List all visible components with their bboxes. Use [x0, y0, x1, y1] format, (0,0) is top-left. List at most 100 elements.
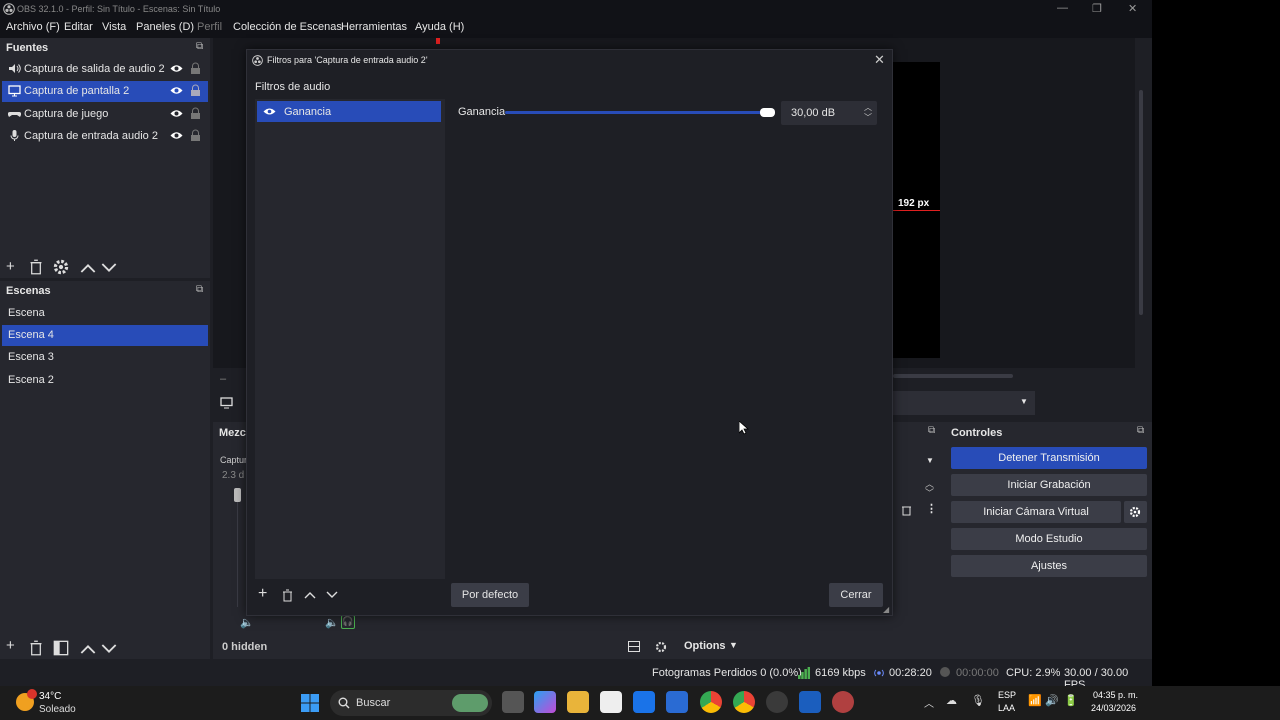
add-filter-icon[interactable]: +: [258, 585, 267, 603]
visibility-eye-icon[interactable]: [263, 106, 276, 117]
mixer-volume-slider[interactable]: [234, 488, 241, 502]
menu-paneles[interactable]: Paneles (D): [136, 21, 194, 33]
delete-source-icon[interactable]: [28, 259, 44, 275]
mail-icon[interactable]: [633, 691, 655, 713]
language-code[interactable]: ESP: [998, 690, 1016, 700]
menu-archivo[interactable]: Archivo (F): [6, 21, 60, 33]
move-down-icon[interactable]: [101, 260, 117, 276]
wifi-icon[interactable]: 📶: [1028, 694, 1042, 707]
gain-spinbox[interactable]: 30,00 dB ︿ ﹀: [781, 101, 877, 125]
weather-temp[interactable]: 34°C: [39, 691, 61, 702]
obs-taskbar-icon[interactable]: [766, 691, 788, 713]
scene-item[interactable]: Escena 3: [2, 347, 208, 368]
virtual-camera-settings-button[interactable]: [1124, 501, 1147, 523]
app-icon[interactable]: [666, 691, 688, 713]
chevron-down-icon[interactable]: ▼: [729, 640, 738, 650]
stop-streaming-button[interactable]: Detener Transmisión: [951, 447, 1147, 469]
source-item-selected[interactable]: Captura de pantalla 2: [2, 81, 208, 102]
mixer-settings-gear-icon[interactable]: [655, 641, 667, 653]
filter-item-gain[interactable]: Ganancia: [257, 101, 441, 122]
resize-grip-icon[interactable]: ◢: [883, 605, 889, 614]
windows-start-icon[interactable]: [301, 694, 319, 712]
menu-vista[interactable]: Vista: [102, 21, 126, 33]
file-explorer-icon[interactable]: [567, 691, 589, 713]
source-item[interactable]: Captura de juego: [2, 104, 208, 125]
visibility-eye-icon[interactable]: [170, 107, 183, 120]
visibility-eye-icon[interactable]: [170, 62, 183, 75]
transition-dropdown[interactable]: ▼: [893, 391, 1035, 415]
source-settings-gear-icon[interactable]: [53, 259, 69, 275]
menu-coleccion-escenas[interactable]: Colección de Escenas: [233, 21, 342, 33]
gain-slider-track[interactable]: [505, 111, 775, 114]
close-dialog-button[interactable]: Cerrar: [829, 583, 883, 607]
undock-icon[interactable]: ⧉: [928, 425, 935, 436]
taskbar-search[interactable]: Buscar: [330, 690, 492, 716]
task-view-icon[interactable]: [502, 691, 524, 713]
mixer-speaker-icon-2[interactable]: 🔈: [325, 616, 339, 629]
spin-down-icon[interactable]: ﹀: [864, 112, 872, 123]
menu-ayuda[interactable]: Ayuda (H): [415, 21, 464, 33]
minimize-button[interactable]: —: [1057, 2, 1068, 14]
tray-app-icon[interactable]: ☁: [946, 694, 957, 707]
preview-vscrollbar[interactable]: [1139, 90, 1143, 315]
keyboard-layout[interactable]: LAA: [998, 703, 1015, 713]
close-window-button[interactable]: ✕: [1128, 2, 1137, 15]
chevron-down-icon[interactable]: ▼: [926, 456, 934, 465]
trash-icon[interactable]: [901, 504, 912, 516]
studio-mode-button[interactable]: Modo Estudio: [951, 528, 1147, 550]
more-options-icon[interactable]: ⋮: [926, 502, 937, 515]
move-up-icon[interactable]: [80, 260, 96, 276]
mixer-options-button[interactable]: Options: [684, 640, 726, 652]
start-recording-button[interactable]: Iniciar Grabación: [951, 474, 1147, 496]
tray-chevron-icon[interactable]: ︿: [924, 695, 934, 710]
store-icon[interactable]: [600, 691, 622, 713]
chrome-profile-icon[interactable]: [733, 691, 755, 713]
mixer-speaker-icon[interactable]: 🔈: [240, 616, 254, 629]
visibility-eye-icon[interactable]: [170, 129, 183, 142]
scene-filters-icon[interactable]: [53, 640, 69, 656]
lock-icon[interactable]: [190, 107, 201, 120]
lock-icon[interactable]: [190, 129, 201, 142]
clock-time[interactable]: 04:35 p. m.: [1093, 690, 1138, 700]
gain-slider-thumb[interactable]: [760, 108, 775, 117]
undock-icon[interactable]: ⧉: [1137, 425, 1144, 436]
weather-desc[interactable]: Soleado: [39, 704, 76, 715]
dialog-close-icon[interactable]: ✕: [874, 52, 885, 68]
source-item[interactable]: Captura de salida de audio 2: [2, 59, 208, 80]
settings-button[interactable]: Ajustes: [951, 555, 1147, 577]
menu-editar[interactable]: Editar: [64, 21, 93, 33]
chrome-icon[interactable]: [700, 691, 722, 713]
volume-icon[interactable]: 🔊: [1045, 694, 1059, 707]
maximize-button[interactable]: ❐: [1092, 2, 1102, 15]
lock-icon[interactable]: [190, 62, 201, 75]
scene-item[interactable]: Escena: [2, 303, 208, 324]
spin-down-icon[interactable]: ﹀: [925, 486, 934, 499]
copilot-icon[interactable]: [534, 691, 556, 713]
menu-herramientas[interactable]: Herramientas: [341, 21, 407, 33]
default-button[interactable]: Por defecto: [451, 583, 529, 607]
add-scene-icon[interactable]: +: [6, 637, 22, 654]
add-source-icon[interactable]: +: [6, 258, 22, 275]
game-app-icon[interactable]: [832, 691, 854, 713]
battery-icon[interactable]: 🔋: [1064, 694, 1078, 707]
move-down-icon[interactable]: [326, 590, 338, 600]
delete-scene-icon[interactable]: [28, 640, 44, 656]
scene-item-selected[interactable]: Escena 4: [2, 325, 208, 346]
move-up-icon[interactable]: [80, 641, 96, 657]
scene-item[interactable]: Escena 2: [2, 370, 208, 391]
lock-icon[interactable]: [190, 84, 201, 97]
undock-icon[interactable]: ⧉: [196, 41, 203, 52]
start-virtual-camera-button[interactable]: Iniciar Cámara Virtual: [951, 501, 1121, 523]
source-item[interactable]: Captura de entrada audio 2: [2, 126, 208, 147]
undock-icon[interactable]: ⧉: [196, 284, 203, 295]
visibility-eye-icon[interactable]: [170, 84, 183, 97]
preview-hscrollbar[interactable]: [893, 374, 1013, 378]
tray-mic-icon[interactable]: 🎙: [971, 694, 985, 707]
menu-perfil[interactable]: Perfil: [197, 21, 222, 33]
move-down-icon[interactable]: [101, 641, 117, 657]
monitor-headphones-icon[interactable]: 🎧: [341, 615, 355, 629]
delete-filter-icon[interactable]: [282, 589, 293, 602]
move-up-icon[interactable]: [304, 590, 316, 600]
clock-date[interactable]: 24/03/2026: [1091, 703, 1136, 713]
word-icon[interactable]: [799, 691, 821, 713]
